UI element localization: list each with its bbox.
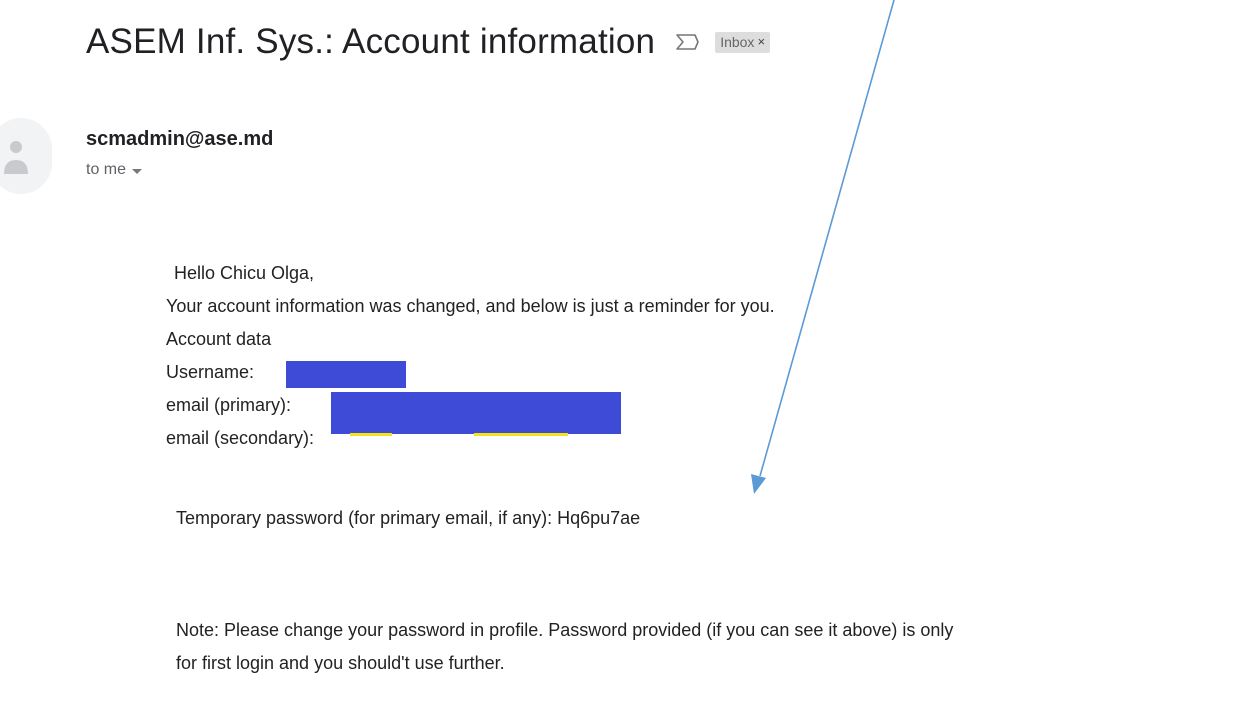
email-secondary-label: email (secondary): [166, 428, 315, 448]
note-line-1: Note: Please change your password in pro… [176, 620, 954, 640]
important-icon[interactable] [673, 31, 701, 53]
recipient-toggle[interactable]: to me [86, 161, 143, 179]
account-changed-line: Your account information was changed, an… [166, 296, 775, 316]
username-label: Username: [166, 362, 255, 382]
arrow-annotation [751, 0, 895, 494]
email-primary-redaction [331, 392, 621, 434]
highlight-mark [474, 433, 568, 436]
greeting: Hello Chicu Olga, [174, 263, 315, 283]
inbox-label-chip[interactable]: Inbox × [715, 31, 771, 53]
temporary-password-line: Temporary password (for primary email, i… [176, 508, 641, 528]
person-avatar-icon [4, 141, 28, 174]
account-data-heading: Account data [166, 329, 272, 349]
sender-avatar [0, 118, 52, 194]
username-redaction [286, 361, 406, 388]
email-subject: ASEM Inf. Sys.: Account information [86, 22, 656, 61]
chevron-down-icon [132, 168, 143, 174]
subject-row: ASEM Inf. Sys.: Account information Inbo… [86, 14, 771, 70]
inbox-label-text: Inbox [720, 33, 755, 50]
remove-label-icon[interactable]: × [757, 34, 765, 49]
email-primary-label: email (primary): [166, 395, 292, 415]
note-line-2: for first login and you should't use fur… [176, 653, 505, 673]
highlight-mark [350, 433, 392, 436]
recipient-label: to me [86, 161, 127, 178]
sender-address[interactable]: scmadmin@ase.md [86, 128, 273, 151]
